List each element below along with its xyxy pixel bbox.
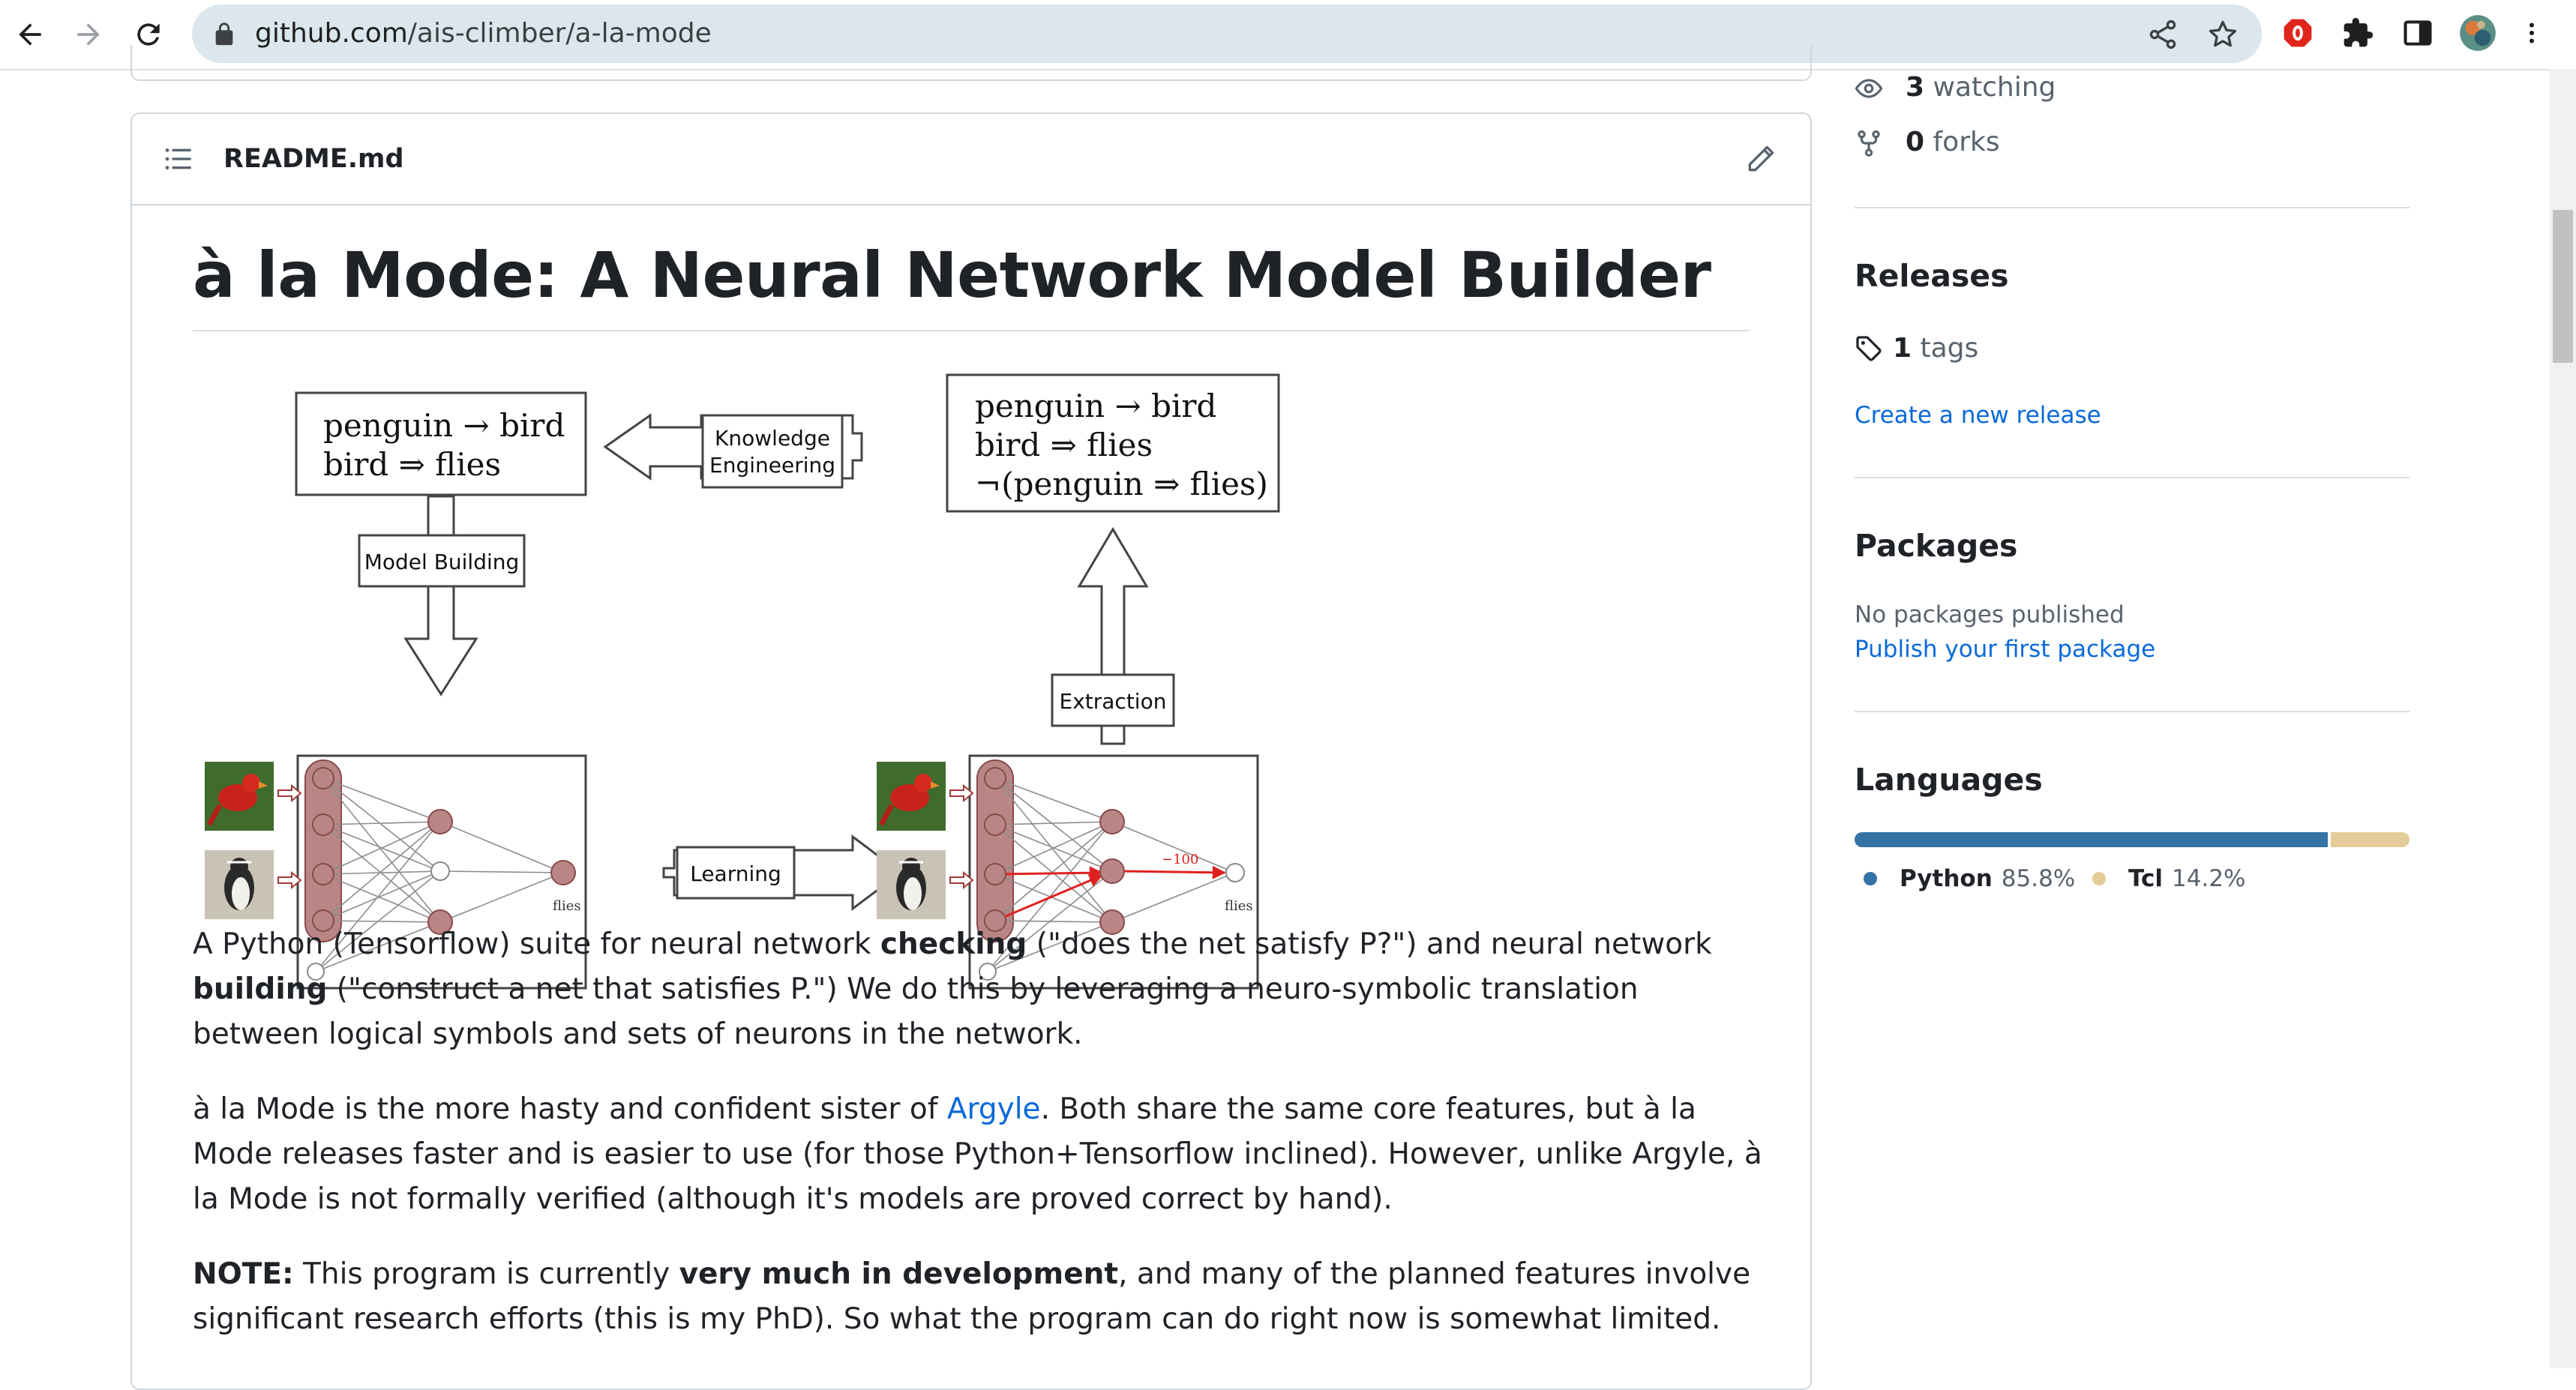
language-percent: 14.2% — [2172, 865, 2246, 892]
readme-paragraph-3: NOTE: This program is currently very muc… — [193, 1252, 1768, 1342]
sidebar-divider — [1855, 207, 2410, 208]
language-name: Tcl — [2128, 865, 2164, 892]
pencil-icon[interactable] — [1744, 142, 1777, 175]
menu-icon[interactable] — [2518, 13, 2545, 52]
forward-icon[interactable] — [64, 10, 112, 58]
language-bar-python[interactable] — [1855, 832, 2329, 847]
language-color-dot — [2092, 872, 2106, 885]
sidebar-divider — [1855, 711, 2410, 712]
extensions-icon[interactable] — [2338, 13, 2377, 52]
readme-heading: à la Mode: A Neural Network Model Builde… — [193, 238, 1711, 312]
releases-heading[interactable]: Releases — [1855, 255, 2009, 297]
readme-paragraph-1: A Python (Tensorflow) suite for neural n… — [193, 922, 1768, 1057]
readme-header: README.md — [132, 114, 1810, 205]
text-run: A Python (Tensorflow) suite for neural n… — [193, 927, 880, 961]
watching-label: watching — [1924, 72, 2056, 103]
model-builder-diagram: penguin → bird bird ⇒ flies Knowledge En… — [205, 373, 1280, 990]
penguin-image — [877, 850, 946, 919]
bold-run: NOTE: — [193, 1257, 294, 1291]
language-legend-python[interactable]: Python 85.8% — [1864, 862, 2075, 895]
url-host: github.com — [255, 18, 408, 49]
tags-link[interactable]: 1 tags — [1893, 330, 1978, 367]
weight-label: −100 — [1162, 852, 1198, 867]
publish-package-link[interactable]: Publish your first package — [1855, 633, 2155, 666]
create-release-link[interactable]: Create a new release — [1855, 399, 2101, 432]
sidebar-divider — [1855, 477, 2410, 478]
languages-heading: Languages — [1855, 762, 2043, 798]
eye-icon — [1855, 79, 1883, 98]
language-bar-tcl[interactable] — [2331, 832, 2410, 847]
output-label: flies — [1225, 898, 1253, 914]
file-list-box-bottom — [130, 45, 1812, 81]
bold-run: checking — [880, 927, 1027, 961]
language-percent: 85.8% — [2001, 865, 2076, 892]
bold-run: very much in development — [679, 1257, 1119, 1291]
fork-icon — [1858, 130, 1880, 157]
cardinal-image — [877, 762, 946, 831]
languages-bar — [1855, 832, 2410, 847]
knowledge-engineering-label: Engineering — [709, 453, 835, 478]
packages-heading[interactable]: Packages — [1855, 525, 2017, 567]
page-scrollbar-thumb[interactable] — [2553, 210, 2573, 363]
text-run: This program is currently — [293, 1257, 679, 1291]
readme-paragraph-2: à la Mode is the more hasty and confiden… — [193, 1087, 1768, 1222]
text-run: ("construct a net that satisfies P.") We… — [193, 972, 1639, 1051]
cardinal-image — [205, 762, 274, 831]
language-color-dot — [1864, 872, 1877, 885]
profile-avatar[interactable] — [2458, 13, 2497, 52]
tag-icon — [1856, 336, 1882, 361]
no-packages-text: No packages published — [1855, 601, 2125, 628]
lock-icon[interactable] — [211, 21, 237, 48]
rule-text: bird ⇒ flies — [975, 427, 1153, 463]
rule-text: ¬(penguin ⇒ flies) — [975, 466, 1268, 502]
share-icon[interactable] — [2146, 18, 2179, 51]
extraction-label: Extraction — [1060, 689, 1167, 714]
knowledge-engineering-label: Knowledge — [715, 426, 830, 451]
tags-count: 1 — [1893, 333, 1912, 364]
side-panel-icon[interactable] — [2398, 13, 2437, 52]
rule-text: bird ⇒ flies — [323, 446, 501, 483]
readme-filename[interactable]: README.md — [223, 141, 404, 177]
forks-link[interactable]: 0 forks — [1906, 124, 2000, 161]
forks-label: forks — [1924, 127, 2000, 157]
outline-list-icon[interactable] — [162, 144, 195, 174]
language-legend-tcl[interactable]: Tcl 14.2% — [2092, 862, 2246, 895]
watchers-link[interactable]: 3 watching — [1906, 69, 2056, 106]
text-run: ("does the net satisfy P?") and neural n… — [1027, 927, 1712, 961]
heading-divider — [193, 330, 1750, 331]
rule-text: penguin → bird — [323, 407, 565, 444]
url-path: /ais-climber/a-la-mode — [407, 18, 712, 49]
watching-count: 3 — [1906, 72, 1925, 103]
penguin-image — [205, 850, 274, 919]
rule-text: penguin → bird — [975, 388, 1216, 424]
adblock-icon[interactable] — [2278, 13, 2317, 52]
model-building-arrow — [403, 495, 478, 696]
model-building-label: Model Building — [364, 550, 520, 574]
text-run: à la Mode is the more hasty and confiden… — [193, 1092, 947, 1126]
tags-label: tags — [1912, 333, 1979, 364]
readme-panel: README.md à la Mode: A Neural Network Mo… — [130, 112, 1812, 1390]
output-label: flies — [553, 898, 581, 914]
back-icon[interactable] — [6, 10, 54, 58]
forks-count: 0 — [1906, 127, 1925, 157]
star-icon[interactable] — [2206, 18, 2239, 51]
learning-label: Learning — [690, 861, 781, 886]
argyle-link[interactable]: Argyle — [947, 1092, 1041, 1126]
bold-run: building — [193, 972, 328, 1006]
language-name: Python — [1900, 865, 1993, 892]
